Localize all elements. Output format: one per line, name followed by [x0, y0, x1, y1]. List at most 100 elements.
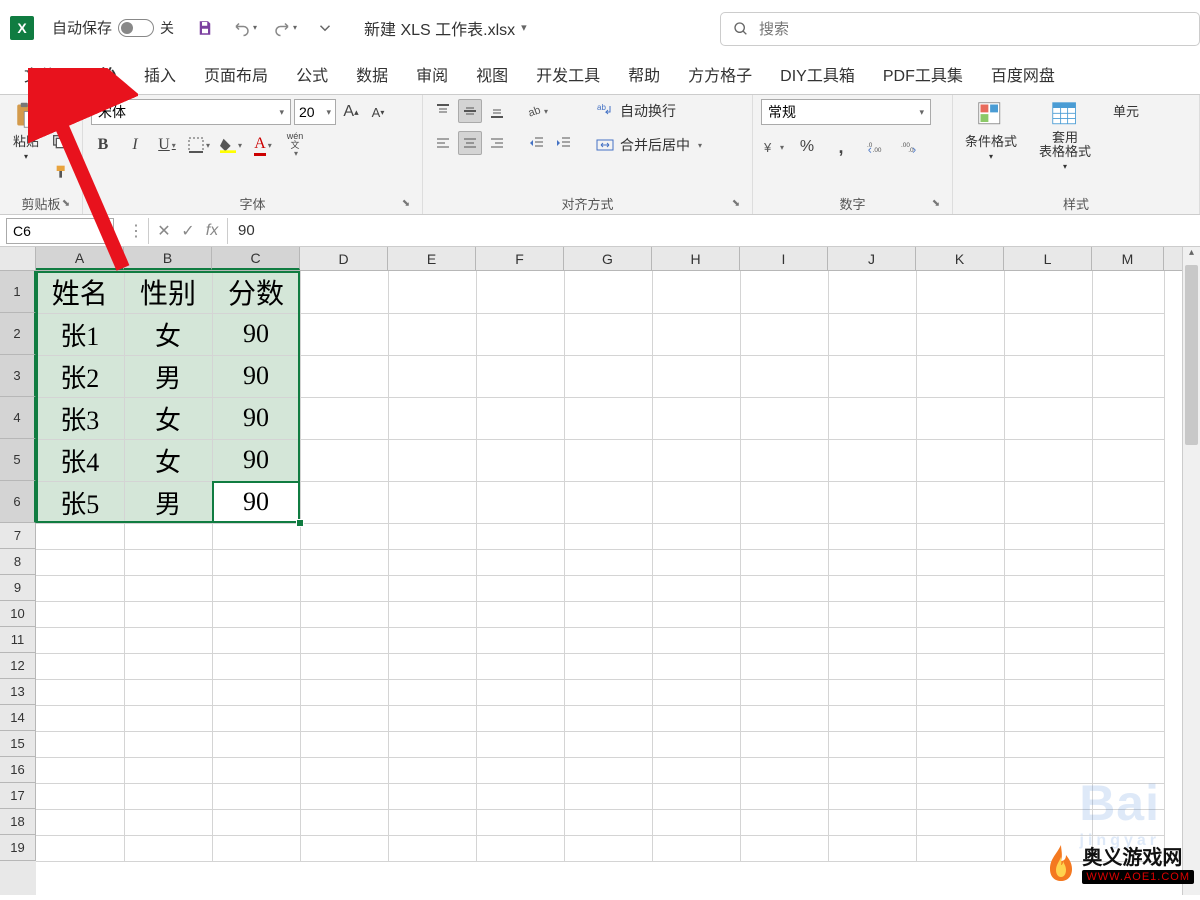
column-header[interactable]: M	[1092, 247, 1164, 270]
cells-area[interactable]: 姓名性别分数张1女90张2男90张3女90张4女90张5男90 90	[36, 271, 1200, 895]
cell[interactable]	[652, 355, 740, 397]
row-header[interactable]: 5	[0, 439, 36, 481]
dialog-launcher-icon[interactable]: ⬊	[400, 198, 412, 210]
select-all-corner[interactable]	[0, 247, 36, 270]
font-color-button[interactable]: A	[251, 133, 275, 157]
redo-button[interactable]	[272, 15, 298, 41]
cell[interactable]	[1092, 601, 1164, 627]
cell[interactable]	[740, 705, 828, 731]
cell[interactable]	[740, 601, 828, 627]
tab-insert[interactable]: 插入	[130, 54, 190, 94]
cell[interactable]	[124, 835, 212, 861]
cell[interactable]	[1004, 627, 1092, 653]
column-header[interactable]: D	[300, 247, 388, 270]
cell[interactable]	[740, 313, 828, 355]
cell[interactable]	[564, 271, 652, 313]
cell[interactable]	[652, 627, 740, 653]
cell[interactable]	[652, 679, 740, 705]
cell[interactable]	[652, 809, 740, 835]
cell[interactable]	[212, 653, 300, 679]
row-header[interactable]: 1	[0, 271, 36, 313]
cell[interactable]	[476, 271, 564, 313]
cell[interactable]	[476, 397, 564, 439]
cell[interactable]	[828, 757, 916, 783]
cell[interactable]	[388, 313, 476, 355]
cell[interactable]: 女	[124, 397, 212, 439]
column-header[interactable]: I	[740, 247, 828, 270]
cell[interactable]	[564, 575, 652, 601]
cell[interactable]	[300, 809, 388, 835]
cell[interactable]	[916, 355, 1004, 397]
cell[interactable]	[916, 575, 1004, 601]
row-header[interactable]: 7	[0, 523, 36, 549]
cell[interactable]: 张1	[36, 313, 124, 355]
qat-customize-button[interactable]	[312, 15, 338, 41]
cell[interactable]	[916, 627, 1004, 653]
cell[interactable]	[740, 549, 828, 575]
cell[interactable]	[1004, 549, 1092, 575]
toggle-switch-icon[interactable]	[118, 19, 154, 37]
cell[interactable]	[828, 731, 916, 757]
align-top-button[interactable]	[431, 99, 455, 123]
cell[interactable]	[476, 523, 564, 549]
cell[interactable]	[388, 783, 476, 809]
cell[interactable]	[652, 731, 740, 757]
cell[interactable]	[828, 355, 916, 397]
cell[interactable]	[1004, 705, 1092, 731]
dialog-launcher-icon[interactable]: ⬊	[930, 198, 942, 210]
cell[interactable]	[740, 679, 828, 705]
cell[interactable]	[1092, 653, 1164, 679]
cell[interactable]: 男	[124, 355, 212, 397]
cell[interactable]	[1004, 439, 1092, 481]
cell[interactable]	[740, 653, 828, 679]
cell[interactable]	[300, 313, 388, 355]
cell[interactable]: 女	[124, 313, 212, 355]
cell[interactable]	[1092, 705, 1164, 731]
cell[interactable]	[212, 809, 300, 835]
cell[interactable]	[916, 439, 1004, 481]
cell[interactable]	[828, 397, 916, 439]
column-header[interactable]: E	[388, 247, 476, 270]
cell[interactable]	[300, 601, 388, 627]
cell[interactable]	[740, 809, 828, 835]
cell[interactable]	[564, 523, 652, 549]
cell[interactable]	[388, 627, 476, 653]
save-button[interactable]	[192, 15, 218, 41]
tab-view[interactable]: 视图	[462, 54, 522, 94]
cell[interactable]	[476, 601, 564, 627]
cell[interactable]	[1004, 355, 1092, 397]
row-header[interactable]: 13	[0, 679, 36, 705]
cell[interactable]	[652, 757, 740, 783]
cell[interactable]	[1092, 313, 1164, 355]
row-header[interactable]: 18	[0, 809, 36, 835]
cell[interactable]	[476, 835, 564, 861]
increase-font-button[interactable]: A▴	[339, 100, 363, 124]
cell[interactable]	[1004, 271, 1092, 313]
increase-decimal-button[interactable]: .0.00	[863, 135, 887, 159]
cell[interactable]	[652, 575, 740, 601]
column-header[interactable]: A	[36, 247, 124, 270]
cell[interactable]	[36, 809, 124, 835]
row-header[interactable]: 9	[0, 575, 36, 601]
cell[interactable]	[916, 523, 1004, 549]
cell[interactable]	[476, 705, 564, 731]
cell[interactable]	[476, 757, 564, 783]
cell[interactable]	[476, 313, 564, 355]
cell[interactable]	[828, 601, 916, 627]
cell[interactable]: 男	[124, 481, 212, 523]
row-header[interactable]: 19	[0, 835, 36, 861]
accounting-format-button[interactable]: ¥	[761, 135, 785, 159]
cell[interactable]	[828, 271, 916, 313]
cancel-formula-button[interactable]: ✕	[155, 221, 173, 241]
cell[interactable]	[564, 757, 652, 783]
paste-button[interactable]: 粘贴 ▾	[8, 99, 44, 163]
cell[interactable]	[388, 835, 476, 861]
cell[interactable]	[476, 481, 564, 523]
cell[interactable]	[564, 397, 652, 439]
cell[interactable]	[828, 679, 916, 705]
cell[interactable]	[916, 653, 1004, 679]
cell[interactable]	[828, 705, 916, 731]
align-bottom-button[interactable]	[485, 99, 509, 123]
cell[interactable]	[388, 705, 476, 731]
autosave-toggle[interactable]: 自动保存 关	[52, 17, 174, 38]
